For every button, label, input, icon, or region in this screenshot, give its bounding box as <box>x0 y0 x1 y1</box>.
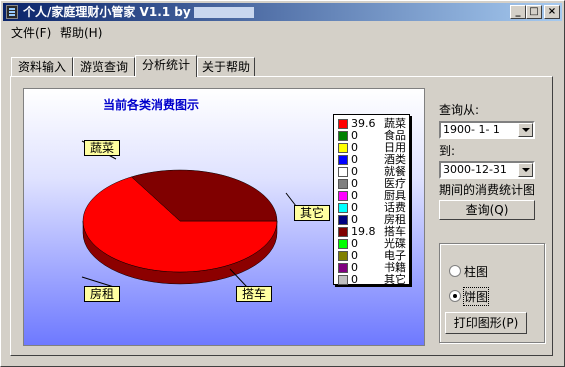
tab-about-help[interactable]: 关于帮助 <box>197 57 255 76</box>
chart-legend: 39.6 蔬菜 0 食品 0 日用 0 酒类 0 就餐 0 医疗 0 厨具 0 话费 0 房租 19.8 搭车 0 光碟 0… <box>333 114 410 286</box>
menu-file[interactable]: 文件(F) <box>11 24 51 41</box>
bar-chart-radio[interactable] <box>449 265 461 277</box>
print-chart-button[interactable]: 打印图形(P) <box>445 312 527 334</box>
legend-swatch <box>338 155 348 165</box>
window-title: 个人/家庭理财小管家 V1.1 by <box>23 5 191 19</box>
legend-swatch <box>338 143 348 153</box>
legend-swatch <box>338 179 348 189</box>
bar-chart-label[interactable]: 柱图 <box>464 263 488 280</box>
legend-swatch <box>338 167 348 177</box>
legend-swatch <box>338 239 348 249</box>
tab-data-entry[interactable]: 资料输入 <box>11 57 73 76</box>
menu-help[interactable]: 帮助(H) <box>60 24 102 41</box>
app-icon[interactable] <box>6 5 18 19</box>
maximize-button[interactable]: □ <box>526 5 542 19</box>
legend-value: 0 <box>351 273 358 286</box>
legend-label: 其它 <box>384 273 406 286</box>
to-date-value: 3000-12-31 <box>443 163 507 176</box>
redacted-author <box>193 7 254 18</box>
close-button[interactable]: × <box>544 5 560 19</box>
title-bar[interactable]: 个人/家庭理财小管家 V1.1 by _ □ × <box>3 3 562 21</box>
legend-swatch <box>338 251 348 261</box>
legend-swatch <box>338 191 348 201</box>
tab-analysis[interactable]: 分析统计 <box>135 55 197 77</box>
callout-vegetables: 蔬菜 <box>84 140 121 156</box>
from-date-value: 1900- 1- 1 <box>443 123 500 136</box>
minimize-button[interactable]: _ <box>510 5 526 19</box>
legend-swatch <box>338 275 348 285</box>
query-button[interactable]: 查询(Q) <box>439 200 535 220</box>
legend-swatch <box>338 119 348 129</box>
period-stats-label: 期间的消费统计图 <box>439 183 536 197</box>
legend-swatch <box>338 131 348 141</box>
legend-swatch <box>338 263 348 273</box>
legend-swatch <box>338 203 348 213</box>
tab-browse-query[interactable]: 游览查询 <box>73 57 135 76</box>
to-label: 到: <box>439 144 456 158</box>
pie-chart-radio[interactable] <box>449 290 461 302</box>
legend-swatch <box>338 215 348 225</box>
from-date-dropdown-button[interactable] <box>518 123 533 137</box>
callout-taxi: 搭车 <box>236 286 273 302</box>
callout-rent: 房租 <box>84 286 121 302</box>
callout-other: 其它 <box>294 205 331 221</box>
to-date-dropdown-button[interactable] <box>518 163 533 177</box>
from-date-select[interactable]: 1900- 1- 1 <box>439 121 535 139</box>
pie-chart-label[interactable]: 饼图 <box>462 287 490 306</box>
legend-swatch <box>338 227 348 237</box>
chart-title: 当前各类消费图示 <box>103 98 200 112</box>
from-label: 查询从: <box>439 103 480 117</box>
to-date-select[interactable]: 3000-12-31 <box>439 161 535 179</box>
